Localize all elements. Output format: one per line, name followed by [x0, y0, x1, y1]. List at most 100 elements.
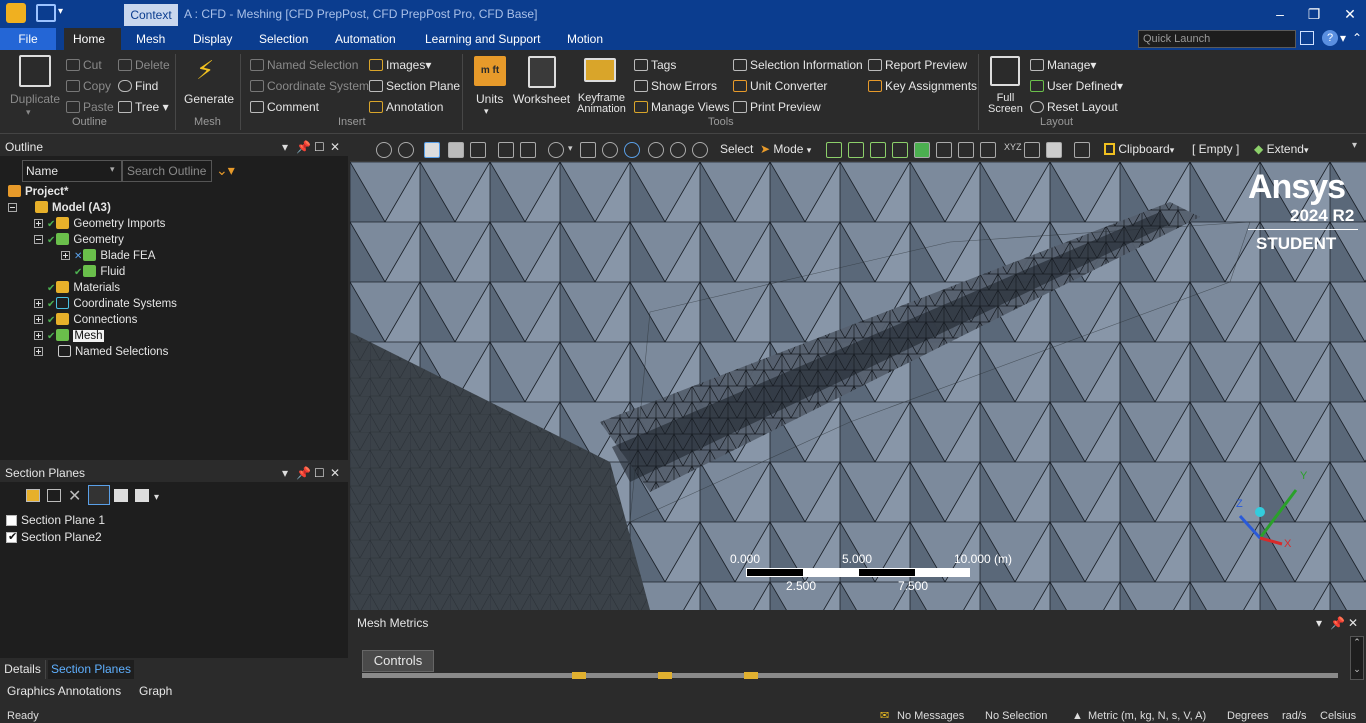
tab-details[interactable]: Details	[0, 660, 46, 679]
images-dropdown-icon[interactable]: ▾	[425, 58, 431, 72]
clipboard-dropdown-icon[interactable]: ▾	[1170, 145, 1175, 155]
zoom-in-icon[interactable]	[376, 142, 392, 158]
scroll-down-icon[interactable]: ⌄	[1351, 664, 1363, 675]
help-dropdown-icon[interactable]: ▾	[1340, 31, 1346, 45]
copy-button[interactable]: Copy	[83, 79, 111, 93]
metrics-range-bar[interactable]	[362, 672, 1338, 679]
tree-node-geometry-imports[interactable]: ✔ Geometry Imports	[6, 216, 346, 232]
feedback-icon[interactable]	[1300, 31, 1314, 45]
cap-alt-icon[interactable]	[135, 489, 149, 502]
tags-button[interactable]: Tags	[651, 58, 676, 72]
tree-node-geometry[interactable]: ✔ Geometry	[6, 232, 346, 248]
select-face-icon[interactable]	[870, 142, 886, 158]
metrics-scrollbar[interactable]: ⌃ ⌄	[1350, 636, 1364, 680]
section-plane-1-checkbox[interactable]	[6, 515, 17, 526]
manage-dropdown-icon[interactable]: ▾	[1090, 58, 1096, 72]
extend-button[interactable]: ◆ Extend▾	[1254, 142, 1308, 156]
select-node-icon[interactable]	[958, 142, 974, 158]
tree-node-materials[interactable]: ✔ Materials	[6, 280, 346, 296]
units-button[interactable]: Units	[476, 92, 503, 106]
paste-button[interactable]: Paste	[83, 100, 114, 114]
select-mesh-icon[interactable]	[980, 142, 996, 158]
expand-icon[interactable]	[61, 251, 70, 260]
unit-converter-button[interactable]: Unit Converter	[750, 79, 827, 93]
full-screen-icon[interactable]	[990, 56, 1020, 86]
zoom-to-fit-icon[interactable]	[648, 142, 664, 158]
tree-node-connections[interactable]: ✔ Connections	[6, 312, 346, 328]
tree-button[interactable]: Tree	[135, 100, 159, 114]
expand-icon[interactable]	[34, 315, 43, 324]
maximize-icon[interactable]: ☐	[314, 138, 325, 156]
magnifier-icon[interactable]	[670, 142, 686, 158]
toolbar-overflow-icon[interactable]: ▾	[1352, 140, 1357, 151]
tab-file[interactable]: File	[0, 28, 56, 50]
section-plane-2-checkbox[interactable]: ✔	[6, 531, 17, 543]
user-defined-button[interactable]: User Defined	[1047, 79, 1117, 93]
delete-section-plane-icon[interactable]: ✕	[68, 486, 81, 506]
user-defined-dropdown-icon[interactable]: ▾	[1117, 79, 1123, 93]
graphics-viewport[interactable]: Ansys 2024 R2 STUDENT 0.000 5.000 10.000…	[350, 162, 1366, 610]
coordinate-picker-icon[interactable]	[1024, 142, 1040, 158]
selection-information-button[interactable]: Selection Information	[750, 58, 863, 72]
maximize-icon[interactable]: ☐	[314, 464, 325, 482]
show-whole-elements-icon[interactable]	[88, 485, 110, 505]
expand-icon[interactable]	[34, 299, 43, 308]
collapse-ribbon-icon[interactable]: ⌃	[1352, 31, 1362, 45]
pin-icon[interactable]: 📌	[296, 138, 311, 156]
report-preview-button[interactable]: Report Preview	[885, 58, 967, 72]
generate-button[interactable]: Generate	[184, 92, 234, 106]
close-pane-icon[interactable]: ✕	[330, 464, 340, 482]
edit-section-plane-icon[interactable]	[47, 489, 61, 502]
tab-graph[interactable]: Graph	[139, 684, 172, 698]
tab-learning-and-support[interactable]: Learning and Support	[416, 28, 549, 50]
previous-view-icon[interactable]	[692, 142, 708, 158]
collapse-icon[interactable]	[34, 235, 43, 244]
tab-section-planes[interactable]: Section Planes	[48, 660, 134, 679]
select-edge-icon[interactable]	[848, 142, 864, 158]
delete-button[interactable]: Delete	[135, 58, 170, 72]
tab-selection[interactable]: Selection	[250, 28, 317, 50]
mode-dropdown-icon[interactable]: ▾	[807, 145, 812, 155]
named-selection-button[interactable]: Named Selection	[267, 58, 358, 72]
box-select-icon[interactable]	[520, 142, 536, 158]
tab-motion[interactable]: Motion	[558, 28, 612, 50]
outline-filter-select[interactable]: Name	[22, 160, 122, 182]
rotate-dropdown-icon[interactable]: ▾	[568, 143, 573, 154]
worksheet-icon[interactable]	[528, 56, 556, 88]
expand-icon[interactable]	[34, 347, 43, 356]
graph-icon[interactable]	[1074, 142, 1090, 158]
close-pane-icon[interactable]: ✕	[1348, 616, 1358, 630]
shaded-view-icon[interactable]	[448, 142, 464, 158]
collapse-icon[interactable]	[8, 203, 17, 212]
section-plane-button[interactable]: Section Plane	[386, 79, 460, 93]
tree-node-coordinate-systems[interactable]: ✔ Coordinate Systems	[6, 296, 346, 312]
help-icon[interactable]: ?	[1322, 30, 1338, 46]
expand-icon[interactable]	[34, 219, 43, 228]
pin-icon[interactable]: 📌	[1330, 616, 1345, 630]
tree-node-named-selections[interactable]: Named Selections	[6, 344, 346, 360]
tab-display[interactable]: Display	[184, 28, 241, 50]
tree-node-project[interactable]: Project*	[6, 184, 346, 200]
print-preview-button[interactable]: Print Preview	[750, 100, 821, 114]
comment-button[interactable]: Comment	[267, 100, 319, 114]
comment-bubble-icon[interactable]	[1046, 142, 1062, 158]
clipboard-button[interactable]: Clipboard▾	[1104, 142, 1174, 156]
quick-access-dropdown-icon[interactable]: ▾	[58, 6, 63, 17]
duplicate-dropdown-icon[interactable]: ▾	[26, 107, 31, 118]
annotation-button[interactable]: Annotation	[386, 100, 443, 114]
keyframe-animation-icon[interactable]	[584, 58, 616, 82]
cut-button[interactable]: Cut	[83, 58, 102, 72]
ansys-logo-icon[interactable]	[6, 3, 26, 23]
expand-icon[interactable]	[34, 331, 43, 340]
wireframe-icon[interactable]	[470, 142, 486, 158]
select-element-face-icon[interactable]	[914, 142, 930, 158]
select-vertex-icon[interactable]	[826, 142, 842, 158]
zoom-out-icon[interactable]	[398, 142, 414, 158]
save-icon[interactable]	[36, 4, 56, 22]
select-body-icon[interactable]	[892, 142, 908, 158]
metrics-handle[interactable]	[572, 672, 586, 679]
section-options-dropdown-icon[interactable]: ▾	[154, 492, 159, 503]
restore-button[interactable]: ❐	[1304, 4, 1324, 24]
box-zoom-icon[interactable]	[624, 142, 640, 158]
manage-button[interactable]: Manage	[1047, 58, 1090, 72]
